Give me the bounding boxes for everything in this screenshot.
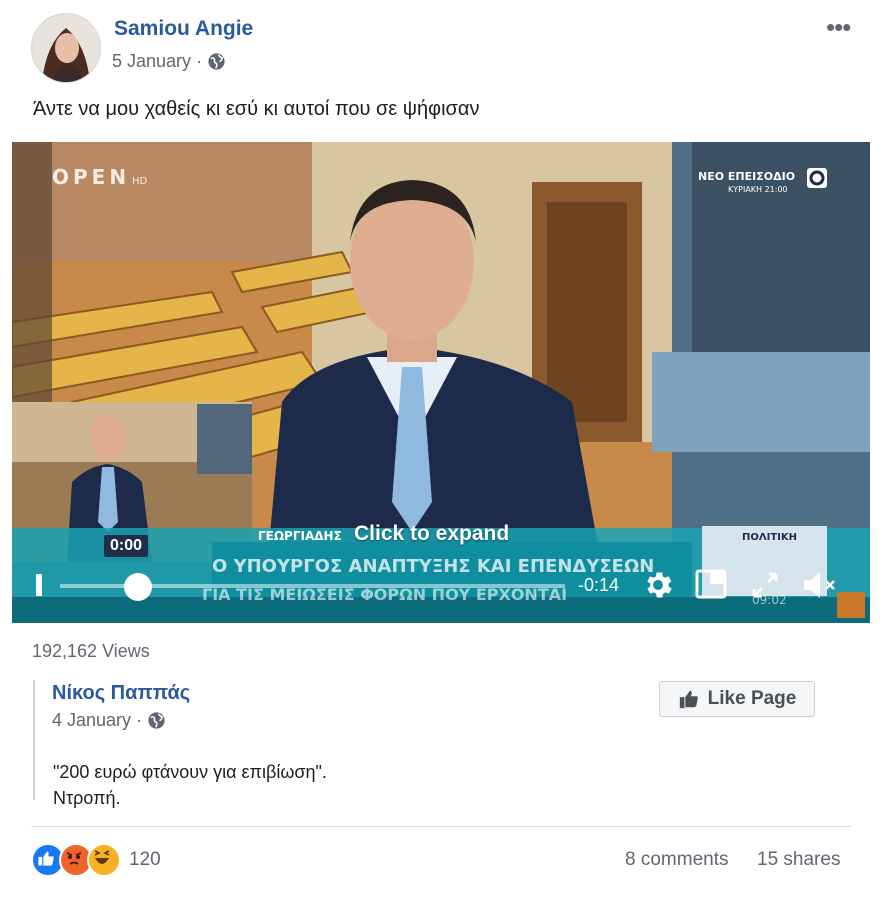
meta-separator: · <box>196 51 203 71</box>
like-page-button[interactable]: Like Page <box>659 681 815 717</box>
globe-icon[interactable] <box>207 52 226 71</box>
post-date[interactable]: 5 January <box>112 51 191 72</box>
promo-line-2: ΚΥΡΙΑΚΗ 21:00 <box>728 185 788 194</box>
picture-in-picture-icon[interactable] <box>695 569 727 599</box>
remaining-time: -0:14 <box>578 575 620 595</box>
haha-reaction-icon <box>87 843 121 877</box>
meta-separator: · <box>136 710 143 730</box>
author-avatar[interactable] <box>31 13 101 83</box>
channel-logo-sub: HD <box>132 176 148 187</box>
fullscreen-expand-icon[interactable] <box>750 570 780 600</box>
shared-author-name[interactable]: Νίκος Παππάς <box>52 682 190 705</box>
thumbs-up-icon <box>679 690 698 709</box>
shared-text-line-2: Ντροπή. <box>53 788 121 808</box>
lower-third-name: ΓΕΩΡΓΙΑΔΗΣ <box>258 529 342 543</box>
shared-text-line-1: "200 ευρώ φτάνουν για επιβίωση". <box>53 762 327 782</box>
post-text: Άντε να μου χαθείς κι εσύ κι αυτοί που σ… <box>33 98 480 120</box>
shared-date[interactable]: 4 January <box>52 710 131 731</box>
progress-handle[interactable] <box>124 573 152 601</box>
reaction-icons[interactable] <box>31 843 121 877</box>
shared-meta: 4 January · <box>52 710 166 731</box>
settings-gear-icon[interactable] <box>641 568 675 602</box>
avatar-photo <box>32 14 100 82</box>
post-author-name[interactable]: Samiou Angie <box>114 17 253 41</box>
like-page-label: Like Page <box>707 688 797 709</box>
shared-post-border <box>33 680 35 800</box>
pause-icon <box>36 574 42 596</box>
globe-icon[interactable] <box>147 711 166 730</box>
post-meta: 5 January · <box>112 51 226 72</box>
current-time: 0:00 <box>104 535 149 557</box>
comments-count[interactable]: 8 comments <box>625 849 728 871</box>
section-label: ΠΟΛΙΤΙΚΗ <box>742 532 797 543</box>
volume-muted-icon[interactable] <box>800 568 840 602</box>
more-options-button[interactable]: ••• <box>826 14 851 40</box>
pause-button[interactable] <box>36 574 54 596</box>
view-count: 192,162 Views <box>32 641 150 661</box>
promo-line-1: ΝΕΟ ΕΠΕΙΣΟΔΙΟ <box>698 170 795 183</box>
channel-logo: OPEN <box>52 165 130 189</box>
reaction-count[interactable]: 120 <box>129 849 161 871</box>
lower-third-line-1: Ο ΥΠΟΥΡΓΟΣ ΑΝΑΠΤΥΞΗΣ ΚΑΙ ΕΠΕΝΔΥΣΕΩΝ <box>212 556 654 577</box>
shares-count[interactable]: 15 shares <box>757 849 840 871</box>
divider <box>31 826 851 827</box>
click-to-expand-label[interactable]: Click to expand <box>354 522 509 546</box>
